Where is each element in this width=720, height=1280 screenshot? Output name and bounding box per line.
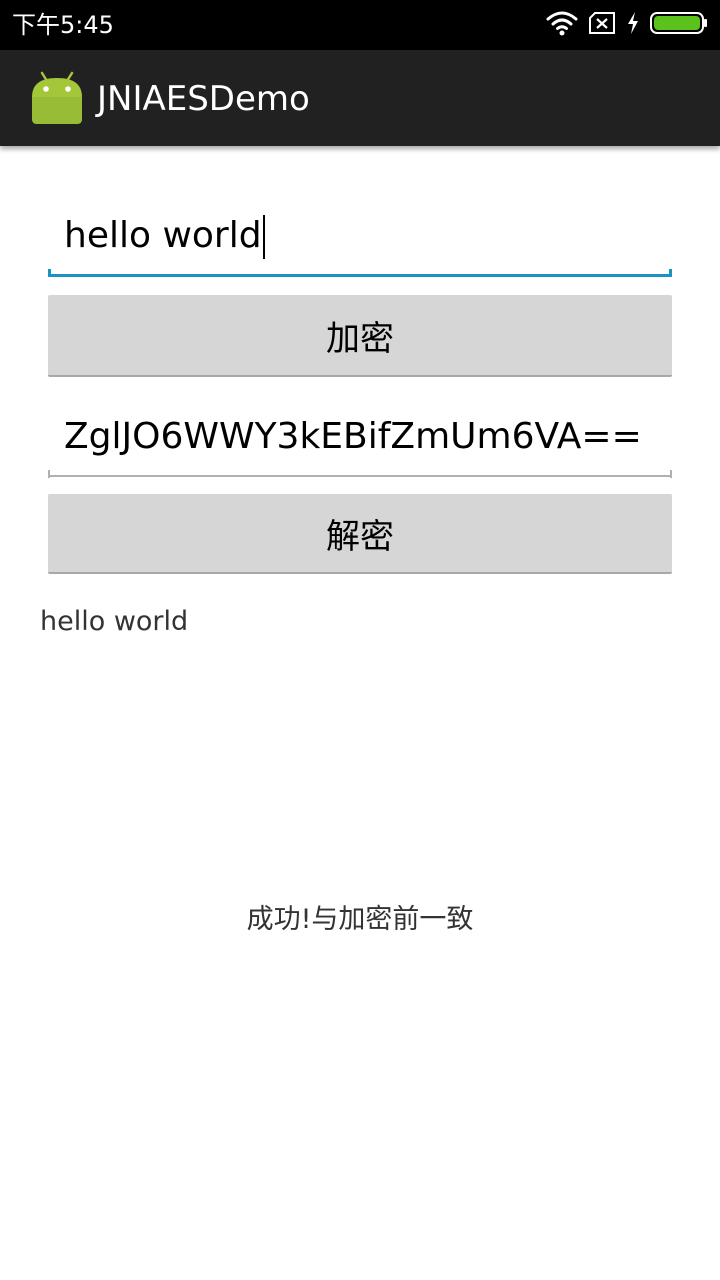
result-message: 成功!与加密前一致 xyxy=(246,904,474,935)
ciphertext-input-underline xyxy=(48,475,672,477)
plaintext-value: hello world xyxy=(64,215,262,256)
plaintext-input[interactable]: hello world xyxy=(48,201,672,271)
sim-disabled-icon xyxy=(588,12,616,38)
plaintext-input-tick-left xyxy=(48,269,51,277)
plaintext-input-tick-right xyxy=(669,269,672,277)
status-time: 下午5:45 xyxy=(12,11,114,39)
status-bar: 下午5:45 xyxy=(0,0,720,50)
action-bar: JNIAESDemo xyxy=(0,50,720,146)
battery-icon xyxy=(650,11,708,39)
decrypt-button[interactable]: 解密 xyxy=(48,494,672,574)
text-caret xyxy=(262,215,265,259)
app-title: JNIAESDemo xyxy=(97,79,310,119)
charging-icon xyxy=(626,11,640,39)
ciphertext-value: ZglJO6WWY3kEBifZmUm6VA== xyxy=(64,416,642,457)
android-icon xyxy=(30,70,84,126)
ciphertext-input-tick-left xyxy=(48,470,50,478)
decrypted-text: hello world xyxy=(40,606,189,637)
wifi-icon xyxy=(546,10,578,40)
plaintext-input-underline xyxy=(48,274,672,277)
main-content: hello world 加密 ZglJO6WWY3kEBifZmUm6VA== … xyxy=(0,146,720,1280)
ciphertext-input[interactable]: ZglJO6WWY3kEBifZmUm6VA== xyxy=(48,402,672,472)
encrypt-button[interactable]: 加密 xyxy=(48,295,672,377)
decrypt-button-label: 解密 xyxy=(326,516,394,557)
status-icons xyxy=(546,10,708,40)
encrypt-button-label: 加密 xyxy=(326,318,394,359)
ciphertext-input-tick-right xyxy=(670,470,672,478)
